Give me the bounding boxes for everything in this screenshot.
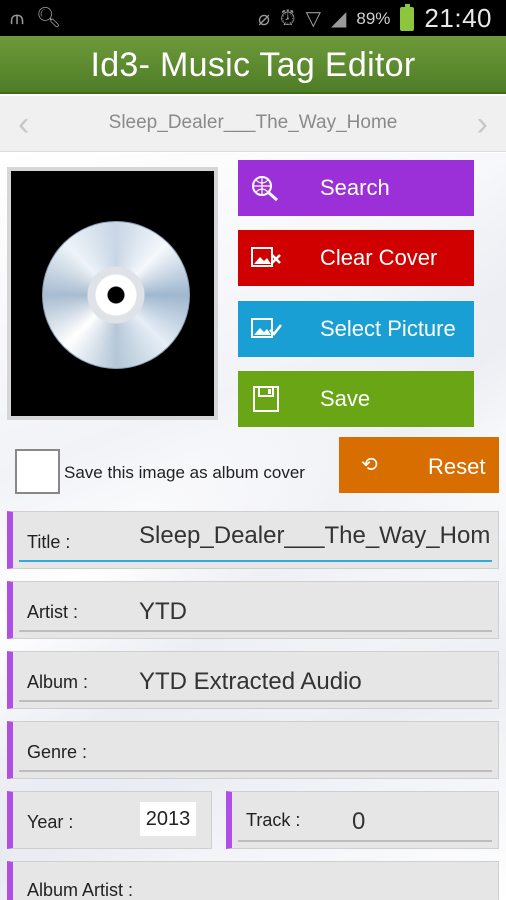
reset-button-label: Reset — [428, 454, 486, 479]
album-artist-field: Album Artist : — [7, 861, 499, 900]
undo-icon: ⟲ — [361, 454, 378, 476]
reset-button[interactable]: ⟲ Reset — [339, 437, 499, 493]
battery-charging-icon — [400, 3, 415, 31]
app-title-bar: Id3- Music Tag Editor — [0, 36, 506, 94]
battery-percent: 89% — [356, 8, 391, 28]
album-cover[interactable] — [7, 167, 218, 420]
album-input[interactable]: YTD Extracted Audio — [139, 668, 362, 696]
usb-icon: ⫙ — [10, 7, 24, 29]
save-as-album-cover-checkbox[interactable] — [15, 449, 60, 494]
select-picture-button-label: Select Picture — [320, 316, 456, 341]
clock: 21:40 — [424, 3, 492, 33]
save-as-album-cover-label: Save this image as album cover — [64, 463, 305, 482]
file-navigator: ‹ Sleep_Dealer___The_Way_Home › — [0, 96, 506, 152]
track-field: Track : 0 — [226, 791, 499, 849]
wifi-off-icon: ⌀ — [257, 7, 270, 30]
year-field: Year : 2013 — [7, 791, 212, 849]
select-picture-button[interactable]: Select Picture — [238, 301, 474, 357]
genre-field: Genre : — [7, 721, 499, 779]
album-artist-label: Album Artist : — [27, 880, 134, 900]
artist-label: Artist : — [27, 602, 79, 622]
title-field: Title : Sleep_Dealer___The_Way_Hom — [7, 511, 499, 569]
track-label: Track : — [246, 810, 301, 830]
signal-icon: ◢ — [331, 7, 347, 30]
image-remove-icon — [238, 230, 294, 286]
year-input[interactable]: 2013 — [140, 802, 196, 836]
artist-field: Artist : YTD — [7, 581, 499, 639]
next-file-button[interactable]: › — [477, 104, 488, 144]
current-file-name: Sleep_Dealer___The_Way_Home — [108, 112, 398, 133]
cd-disc-icon — [42, 221, 190, 369]
previous-file-button[interactable]: ‹ — [18, 104, 29, 144]
save-button[interactable]: Save — [238, 371, 474, 427]
app-title: Id3- Music Tag Editor — [90, 46, 416, 84]
genre-input-underline — [19, 770, 492, 772]
search-button[interactable]: Search — [238, 160, 474, 216]
artist-input[interactable]: YTD — [139, 598, 187, 626]
title-label: Title : — [27, 532, 71, 552]
title-input-underline — [19, 560, 492, 562]
floppy-disk-icon — [238, 371, 294, 427]
album-label: Album : — [27, 672, 89, 692]
album-field: Album : YTD Extracted Audio — [7, 651, 499, 709]
album-input-underline — [19, 700, 492, 702]
status-bar: ⫙ 🔍︎ ⌀ ⏰︎ ▽ ◢ 89% 21:40 — [0, 0, 506, 36]
artist-input-underline — [19, 630, 492, 632]
genre-label: Genre : — [27, 742, 88, 762]
image-check-icon — [238, 301, 294, 357]
search-icon: 🔍︎ — [35, 7, 62, 29]
track-input-underline — [238, 840, 492, 842]
search-button-label: Search — [320, 175, 390, 200]
alarm-icon: ⏰︎ — [280, 7, 296, 30]
title-input[interactable]: Sleep_Dealer___The_Way_Hom — [139, 522, 495, 550]
save-button-label: Save — [320, 386, 371, 411]
year-label: Year : — [27, 812, 74, 832]
clear-cover-button[interactable]: Clear Cover — [238, 230, 474, 286]
wifi-icon: ▽ — [305, 7, 321, 30]
globe-search-icon — [238, 160, 294, 216]
track-input[interactable]: 0 — [352, 808, 365, 836]
clear-cover-button-label: Clear Cover — [320, 245, 438, 270]
